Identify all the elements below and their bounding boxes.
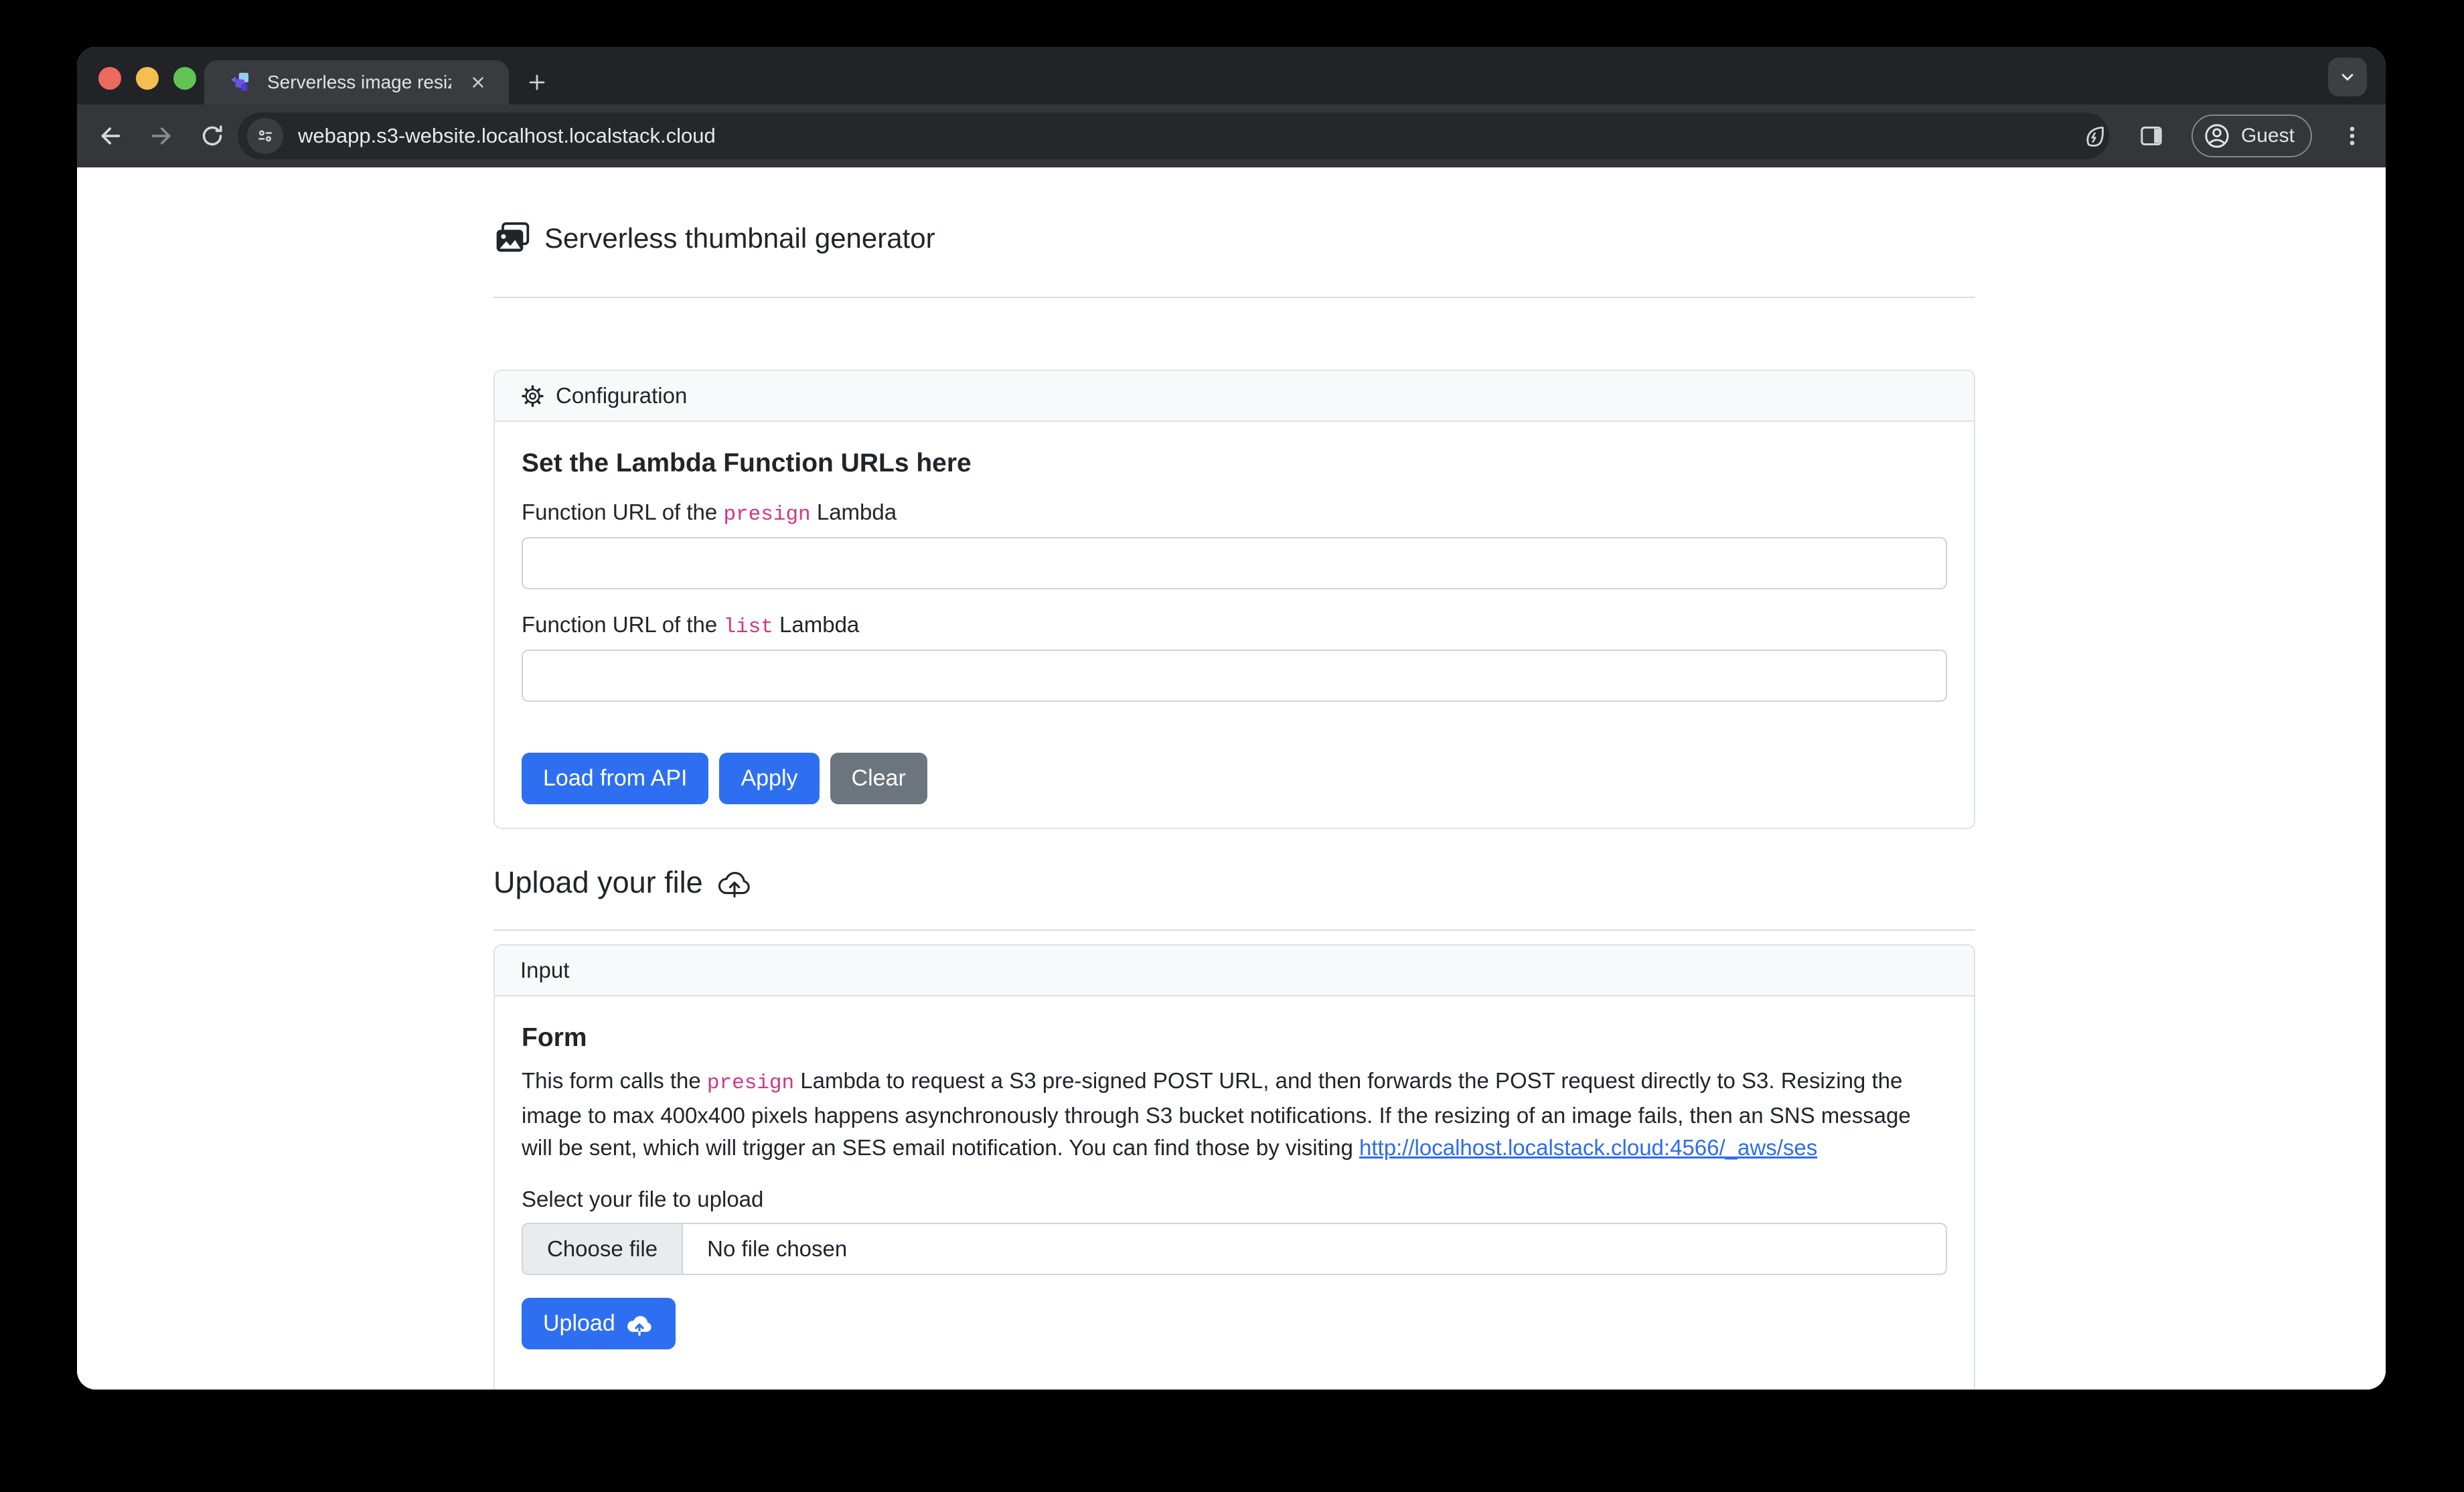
cloud-upload-fill-icon: [625, 1311, 654, 1337]
form-heading: Form: [522, 1022, 1947, 1054]
presign-code: presign: [723, 503, 810, 526]
divider: [493, 297, 1975, 298]
url-text: webapp.s3-website.localhost.localstack.c…: [298, 124, 716, 148]
battery-saver-leaf-icon[interactable]: [2076, 119, 2111, 153]
tab-search-chevron-icon[interactable]: [2328, 58, 2367, 96]
forward-icon[interactable]: [144, 119, 179, 153]
configuration-card-title: Configuration: [556, 383, 687, 408]
localstack-favicon: [228, 70, 254, 95]
input-card-body: Form This form calls the presign Lambda …: [495, 996, 1974, 1372]
page-content: Serverless thumbnail generator Configura…: [77, 167, 2386, 1390]
config-heading: Set the Lambda Function URLs here: [522, 447, 1947, 479]
divider: [493, 929, 1975, 931]
configuration-card: Configuration Set the Lambda Function UR…: [493, 370, 1975, 829]
presign-label-suffix: Lambda: [811, 500, 897, 524]
load-from-api-button[interactable]: Load from API: [522, 753, 708, 804]
upload-button[interactable]: Upload: [522, 1298, 676, 1349]
form-description: This form calls the presign Lambda to re…: [522, 1065, 1947, 1164]
images-icon: [493, 220, 531, 257]
browser-toolbar: webapp.s3-website.localhost.localstack.c…: [77, 104, 2386, 167]
nav-buttons: [77, 119, 230, 153]
profile-label: Guest: [2241, 125, 2295, 147]
upload-heading-text: Upload your file: [493, 865, 703, 900]
kebab-menu-icon[interactable]: [2335, 119, 2370, 153]
page-container: Serverless thumbnail generator Configura…: [493, 167, 1975, 1390]
list-code: list: [723, 615, 773, 639]
new-tab-button[interactable]: [519, 64, 555, 100]
input-card-title: Input: [520, 958, 569, 983]
ses-link[interactable]: http://localhost.localstack.cloud:4566/_…: [1359, 1135, 1817, 1160]
side-panel-icon[interactable]: [2134, 119, 2169, 153]
list-url-input[interactable]: [522, 650, 1947, 702]
input-card-header: Input: [495, 946, 1974, 996]
browser-window: Serverless image resizer: [77, 47, 2386, 1390]
url-bar[interactable]: webapp.s3-website.localhost.localstack.c…: [238, 113, 2109, 159]
upload-section-heading: Upload your file: [493, 865, 753, 900]
screen: Serverless image resizer: [0, 0, 2464, 1492]
list-label-prefix: Function URL of the: [522, 612, 723, 637]
page-title: Serverless thumbnail generator: [544, 222, 935, 254]
reload-icon[interactable]: [195, 119, 230, 153]
browser-tab[interactable]: Serverless image resizer: [204, 60, 509, 104]
clear-button[interactable]: Clear: [830, 753, 927, 804]
desc-presign-code: presign: [707, 1071, 794, 1095]
minimize-window-button[interactable]: [136, 67, 159, 90]
presign-url-label: Function URL of the presign Lambda: [522, 500, 1947, 528]
toolbar-right: Guest: [2076, 104, 2370, 167]
list-url-label: Function URL of the list Lambda: [522, 612, 1947, 640]
zoom-window-button[interactable]: [173, 67, 196, 90]
file-input[interactable]: Choose file No file chosen: [522, 1223, 1947, 1275]
page-title-row: Serverless thumbnail generator: [493, 220, 935, 257]
back-icon[interactable]: [93, 119, 128, 153]
window-controls: [98, 67, 196, 90]
close-tab-icon[interactable]: [465, 69, 491, 96]
site-info-icon[interactable]: [247, 118, 283, 154]
file-status-text: No file chosen: [683, 1224, 871, 1274]
person-icon: [2202, 121, 2232, 151]
desc-part1: This form calls the: [522, 1068, 707, 1093]
profile-chip[interactable]: Guest: [2191, 115, 2312, 157]
presign-url-input[interactable]: [522, 537, 1947, 589]
choose-file-button[interactable]: Choose file: [523, 1224, 683, 1274]
tab-title: Serverless image resizer: [267, 72, 451, 93]
upload-button-label: Upload: [543, 1311, 615, 1337]
cloud-upload-icon: [716, 866, 753, 899]
presign-label-prefix: Function URL of the: [522, 500, 723, 524]
close-window-button[interactable]: [98, 67, 121, 90]
gear-icon: [520, 384, 545, 408]
list-label-suffix: Lambda: [773, 612, 859, 637]
configuration-card-header: Configuration: [495, 371, 1974, 422]
file-select-label: Select your file to upload: [522, 1187, 1947, 1212]
configuration-card-body: Set the Lambda Function URLs here Functi…: [495, 422, 1974, 827]
apply-button[interactable]: Apply: [719, 753, 819, 804]
tab-strip: Serverless image resizer: [77, 47, 2386, 104]
input-card: Input Form This form calls the presign L…: [493, 944, 1975, 1390]
config-buttons-row: Load from API Apply Clear: [522, 753, 1947, 804]
